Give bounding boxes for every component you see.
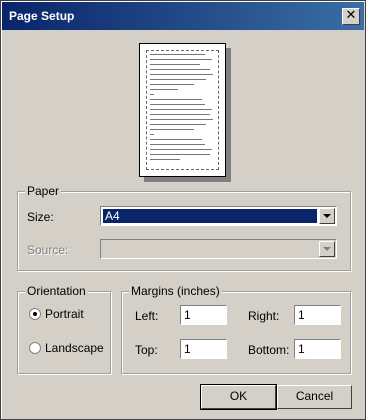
ok-button[interactable]: OK: [200, 384, 277, 410]
size-selected-value: A4: [103, 209, 317, 223]
dialog-title: Page Setup: [9, 9, 75, 23]
size-select[interactable]: A4: [100, 206, 337, 226]
close-button[interactable]: ✕: [342, 8, 360, 25]
right-margin-input[interactable]: 1: [294, 305, 341, 325]
chevron-down-icon[interactable]: [319, 208, 335, 224]
bottom-margin-input[interactable]: 1: [294, 339, 341, 359]
top-margin-input[interactable]: 1: [180, 339, 227, 359]
margins-group: Margins (inches) Left: 1 Right: 1 Top: 1…: [121, 284, 351, 374]
page-preview: [139, 43, 226, 177]
right-margin-label: Right:: [248, 309, 280, 323]
landscape-radio[interactable]: [29, 342, 41, 354]
top-margin-label: Top:: [135, 343, 158, 357]
orientation-legend: Orientation: [25, 284, 88, 298]
left-margin-label: Left:: [135, 309, 159, 323]
orientation-group: Orientation Portrait Landscape: [17, 284, 111, 374]
cancel-button[interactable]: Cancel: [277, 385, 352, 409]
portrait-label[interactable]: Portrait: [45, 307, 84, 321]
paper-group: Paper Size: A4 Source:: [17, 184, 351, 271]
portrait-radio[interactable]: [29, 308, 41, 320]
landscape-label[interactable]: Landscape: [45, 341, 104, 355]
paper-legend: Paper: [25, 184, 62, 198]
chevron-down-icon[interactable]: [319, 241, 335, 257]
title-bar[interactable]: Page Setup ✕: [2, 2, 364, 30]
margins-legend: Margins (inches): [129, 284, 222, 298]
close-icon: ✕: [345, 8, 357, 23]
source-label: Source:: [27, 243, 69, 257]
preview-margin-box: [146, 50, 219, 170]
left-margin-input[interactable]: 1: [180, 305, 227, 325]
page-setup-dialog: Page Setup ✕ Paper Size: A4 Source: Orie…: [0, 0, 366, 420]
source-select[interactable]: [100, 239, 337, 259]
bottom-margin-label: Bottom:: [248, 343, 290, 357]
size-label: Size:: [27, 210, 54, 224]
